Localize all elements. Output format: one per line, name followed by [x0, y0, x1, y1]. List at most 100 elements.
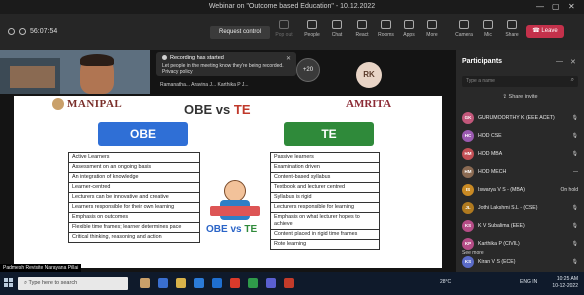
panel-title: Participants: [462, 58, 503, 65]
list-item: Flexible time frames; learner determines…: [68, 223, 200, 233]
list-item[interactable]: HM HOD MECH —: [460, 164, 582, 182]
people-button[interactable]: People: [300, 20, 324, 38]
manipal-emblem-icon: [52, 98, 64, 111]
avatar: IS: [462, 184, 474, 196]
participant-search-input[interactable]: Type a name ⌕: [462, 76, 578, 87]
share-icon: [507, 20, 517, 29]
participant-names-row: Ramanatha... Aravina J... Karthika P J..…: [160, 82, 249, 88]
participant-avatar-rk[interactable]: RK: [356, 62, 382, 88]
participants-panel: Participants — ✕ Type a name ⌕ ⇪ Share i…: [456, 50, 584, 272]
camera-icon: [459, 20, 469, 29]
list-item: Examination driven: [270, 163, 380, 173]
list-item: Content placed in rigid time frames: [270, 230, 380, 240]
react-button[interactable]: React: [350, 20, 374, 38]
participant-list: GK GURUMOORTHY K (EEE ACET) 🎙 HC HOD CSE…: [460, 110, 582, 272]
apps-button[interactable]: Apps: [397, 20, 421, 38]
list-item[interactable]: GK GURUMOORTHY K (EEE ACET) 🎙: [460, 110, 582, 128]
more-icon: [427, 20, 437, 29]
minimize-button[interactable]: —: [536, 2, 544, 11]
shared-slide: MANIPAL OBE vs TE AMRITA OBE TE Active L…: [14, 96, 442, 268]
avatar: GK: [462, 112, 474, 124]
app-icon[interactable]: [248, 278, 258, 288]
task-view-icon[interactable]: [158, 278, 168, 288]
slide-title: OBE vs TE: [184, 102, 251, 117]
rooms-button[interactable]: Rooms: [374, 20, 398, 38]
list-item: An integration of knowledge: [68, 173, 200, 183]
list-item[interactable]: HM HOD MBA 🎙: [460, 146, 582, 164]
avatar: HC: [462, 130, 474, 142]
list-item: Textbook and lecturer centred: [270, 183, 380, 193]
app-icon-2[interactable]: [284, 278, 294, 288]
recording-body: Let people in the meeting know they're b…: [162, 63, 284, 75]
amrita-logo: AMRITA: [346, 98, 392, 110]
chat-button[interactable]: Chat: [325, 20, 349, 38]
recording-title: Recording has started: [170, 55, 224, 61]
search-icon: ⌕: [570, 77, 574, 83]
te-list: Passive learners Examination driven Cont…: [270, 152, 380, 250]
window-title: Webinar on "Outcome based Education" - 1…: [208, 3, 376, 10]
list-item[interactable]: HC HOD CSE 🎙: [460, 128, 582, 146]
camera-button[interactable]: Camera: [452, 20, 476, 38]
obe-list: Active Learners Assessment on an ongoing…: [68, 152, 200, 243]
list-item: Active Learners: [68, 152, 200, 163]
store-icon[interactable]: [212, 278, 222, 288]
list-item: Assessment on an ongoing basis: [68, 163, 200, 173]
chrome-icon[interactable]: [230, 278, 240, 288]
mic-muted-icon: 🎙: [571, 205, 578, 211]
list-item[interactable]: KS K V Subalima (EEE) 🎙: [460, 218, 582, 236]
avatar: HM: [462, 166, 474, 178]
share-button[interactable]: Share: [500, 20, 524, 38]
timer-text: 56:07:54: [30, 28, 58, 35]
list-item: Passive learners: [270, 152, 380, 163]
apps-icon: [404, 20, 414, 29]
more-button[interactable]: More: [420, 20, 444, 38]
mic-muted-icon: 🎙: [571, 241, 578, 247]
language-indicator[interactable]: ENG IN: [520, 279, 537, 285]
close-button[interactable]: ✕: [568, 2, 575, 11]
list-item[interactable]: JL Jothi Lakshmi S.L - (CSE) 🎙: [460, 200, 582, 218]
obe-vs-te-caption: OBE vs TE: [206, 224, 258, 235]
list-item: Learner-centred: [68, 183, 200, 193]
te-heading-box: TE: [284, 122, 374, 146]
avatar: JL: [462, 202, 474, 214]
meeting-toolbar: 56:07:54 Request control Pop out People …: [0, 14, 584, 50]
popout-icon: [279, 20, 289, 29]
taskbar-search-input[interactable]: ⌕ Type here to search: [18, 277, 128, 290]
list-item: Critical thinking, reasoning and action: [68, 233, 200, 243]
more-options-icon[interactable]: —: [573, 169, 578, 175]
request-control-button[interactable]: Request control: [210, 26, 270, 39]
share-invite-button[interactable]: ⇪ Share invite: [456, 94, 584, 100]
clock[interactable]: 10:25 AM 10-12-2022: [552, 276, 578, 290]
windows-taskbar: ⌕ Type here to search 28°C ENG IN 10:25 …: [0, 272, 584, 295]
list-item[interactable]: KS Kiran V S (ECE) 🎙: [460, 254, 582, 272]
list-item: Syllabus is rigid: [270, 193, 380, 203]
news-widget-icon[interactable]: [140, 278, 150, 288]
status-badge: On hold: [560, 187, 578, 193]
info-icon[interactable]: [19, 28, 26, 35]
file-explorer-icon[interactable]: [176, 278, 186, 288]
leave-button[interactable]: ☎ Leave: [526, 25, 564, 38]
avatar: KS: [462, 256, 474, 268]
mic-muted-icon: 🎙: [571, 223, 578, 229]
windows-start-icon[interactable]: [4, 278, 14, 288]
weather-widget[interactable]: 28°C: [440, 279, 451, 285]
close-icon[interactable]: ✕: [286, 55, 291, 62]
obe-heading-box: OBE: [98, 122, 188, 146]
recording-notification: Recording has started Let people in the …: [156, 52, 296, 76]
presenter-name-tag: Padmesh Revisite Narayana Pillai: [0, 264, 82, 272]
shield-icon: [8, 28, 15, 35]
edge-icon[interactable]: [194, 278, 204, 288]
participant-video[interactable]: [0, 50, 150, 94]
popout-button: Pop out: [272, 20, 296, 38]
student-cartoon-icon: [208, 178, 262, 222]
close-panel-icon[interactable]: ✕: [570, 58, 576, 66]
teams-icon[interactable]: [266, 278, 276, 288]
see-more-link[interactable]: See more: [462, 250, 484, 256]
minimize-panel-icon[interactable]: —: [556, 58, 563, 65]
mic-muted-icon: 🎙: [571, 151, 578, 157]
more-participants-button[interactable]: +20: [296, 58, 320, 82]
mic-button[interactable]: Mic: [476, 20, 500, 38]
list-item[interactable]: IS Iswarya V S - (MBA) On hold: [460, 182, 582, 200]
maximize-button[interactable]: ▢: [552, 2, 560, 11]
list-item: Emphasis on what lecturer hopes to achie…: [270, 213, 380, 230]
